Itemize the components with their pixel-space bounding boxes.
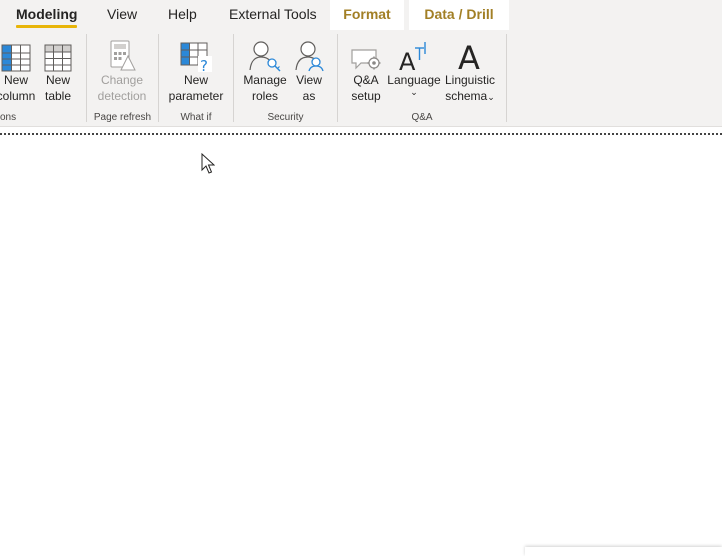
active-tab-underline xyxy=(16,25,78,28)
linguistic-schema-label-2-row: schema⌄ xyxy=(444,88,496,105)
report-canvas[interactable] xyxy=(0,136,722,556)
language-chevron-down-icon: ⌄ xyxy=(410,87,418,97)
new-column-icon xyxy=(1,44,31,72)
new-column-label-1: New xyxy=(3,73,28,87)
group-label-qna: Q&A xyxy=(411,112,433,123)
manage-roles-label-2: roles xyxy=(251,89,278,103)
tab-modeling[interactable]: Modeling xyxy=(16,0,78,30)
linguistic-schema-label-2: schema xyxy=(445,89,488,103)
canvas-top-dotted-border xyxy=(0,133,722,135)
change-detection-icon xyxy=(110,40,136,71)
group-page-refresh: Change detection Page refresh xyxy=(87,30,158,126)
group-separator xyxy=(506,34,507,122)
ribbon-tab-strip: Modeling View Help External Tools Format… xyxy=(0,0,722,30)
linguistic-schema-icon: A xyxy=(458,39,480,72)
qna-setup-button[interactable]: Q&A setup xyxy=(348,32,384,104)
manage-roles-icon xyxy=(249,41,281,72)
tab-external-tools[interactable]: External Tools xyxy=(229,0,317,30)
group-label-security: Security xyxy=(267,112,304,123)
group-label-what-if: What if xyxy=(180,112,212,123)
tab-format-label: Format xyxy=(343,6,391,22)
view-as-label-2: as xyxy=(302,89,316,103)
svg-text:A: A xyxy=(458,39,480,72)
tab-format[interactable]: Format xyxy=(330,0,404,30)
group-security: Manage roles View as Security xyxy=(234,30,337,126)
new-parameter-icon: ? xyxy=(180,42,212,72)
group-what-if: ? New parameter What if xyxy=(159,30,233,126)
linguistic-schema-button[interactable]: A Linguistic schema⌄ xyxy=(444,32,496,105)
tab-external-tools-label: External Tools xyxy=(229,6,317,22)
new-parameter-button[interactable]: ? New parameter xyxy=(167,32,225,104)
svg-text:?: ? xyxy=(200,57,208,72)
tab-help-label: Help xyxy=(168,6,197,22)
tab-modeling-label: Modeling xyxy=(16,6,78,22)
new-table-button[interactable]: New table xyxy=(42,32,74,104)
language-button[interactable]: A Language ⌄ xyxy=(387,32,441,97)
ribbon-bottom-border xyxy=(0,126,722,127)
linguistic-schema-chevron-down-icon: ⌄ xyxy=(487,92,495,102)
linguistic-schema-label-1: Linguistic xyxy=(444,73,496,87)
language-label-1: Language xyxy=(387,73,441,87)
change-detection-button[interactable]: Change detection xyxy=(93,32,151,104)
svg-text:A: A xyxy=(399,48,416,72)
tab-data-drill-label: Data / Drill xyxy=(424,6,494,22)
tab-view[interactable]: View xyxy=(107,0,137,30)
mouse-pointer-icon xyxy=(201,153,215,174)
qna-setup-label-1: Q&A xyxy=(353,73,379,87)
ribbon: New column New table ons Change detectio… xyxy=(0,30,722,126)
tab-data-drill[interactable]: Data / Drill xyxy=(409,0,509,30)
new-column-button[interactable]: New column xyxy=(0,32,38,104)
group-qna: Q&A setup A Language ⌄ A Linguistic sche… xyxy=(338,30,506,126)
manage-roles-label-1: Manage xyxy=(243,73,287,87)
pane-edge xyxy=(525,547,722,556)
new-table-label-1: New xyxy=(45,73,70,87)
group-label-page-refresh: Page refresh xyxy=(93,112,152,123)
new-parameter-label-2: parameter xyxy=(168,89,224,103)
tab-help[interactable]: Help xyxy=(168,0,197,30)
qna-setup-label-2: setup xyxy=(351,89,381,103)
view-as-label-1: View xyxy=(296,73,322,87)
new-parameter-label-1: New xyxy=(183,73,208,87)
tab-view-label: View xyxy=(107,6,138,22)
qna-setup-icon xyxy=(351,49,381,70)
view-as-button[interactable]: View as xyxy=(292,32,326,104)
new-table-label-2: table xyxy=(44,89,72,103)
manage-roles-button[interactable]: Manage roles xyxy=(242,32,288,104)
group-calculations: New column New table ons xyxy=(0,30,86,126)
view-as-icon xyxy=(295,41,324,72)
new-table-icon xyxy=(44,44,72,72)
language-icon: A xyxy=(399,42,426,72)
change-detection-label-1: Change xyxy=(100,73,144,87)
change-detection-label-2: detection xyxy=(97,89,147,103)
group-label-calculations: ons xyxy=(0,112,17,123)
new-column-label-2: column xyxy=(0,89,36,103)
